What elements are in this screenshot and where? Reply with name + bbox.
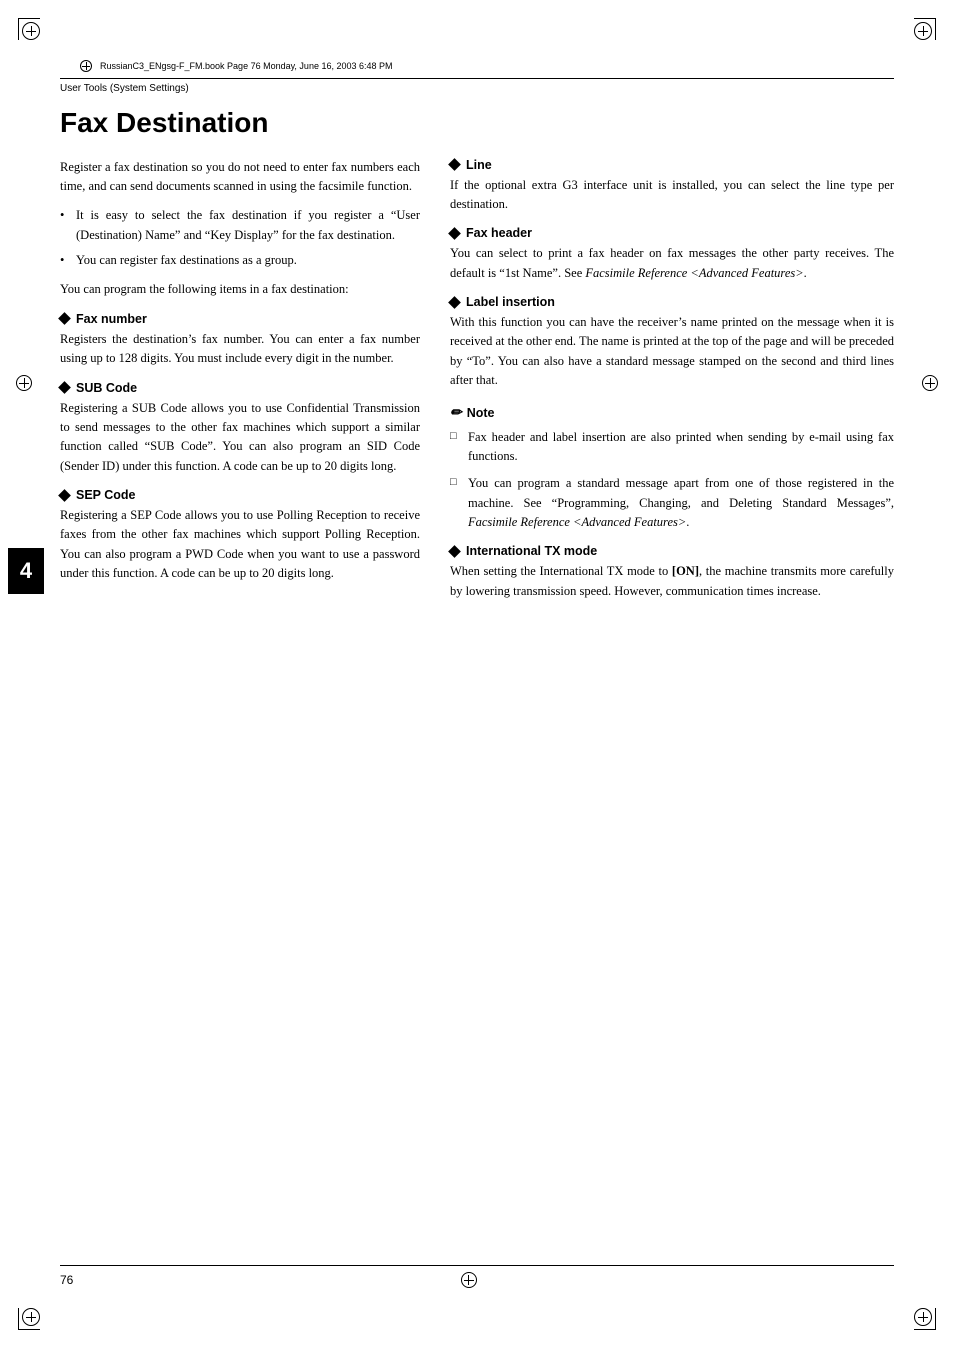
breadcrumb: User Tools (System Settings) <box>60 83 894 94</box>
section-fax-header-heading: Fax header <box>450 226 894 240</box>
label-insertion-label: Label insertion <box>466 295 555 309</box>
section-fax-number-heading: Fax number <box>60 312 420 326</box>
page: RussianC3_ENgsg-F_FM.book Page 76 Monday… <box>0 0 954 1348</box>
section-sub-code-heading: SUB Code <box>60 381 420 395</box>
left-column: Register a fax destination so you do not… <box>60 158 420 592</box>
sep-code-body: Registering a SEP Code allows you to use… <box>60 506 420 584</box>
section-label-insertion-heading: Label insertion <box>450 295 894 309</box>
sub-code-label: SUB Code <box>76 381 137 395</box>
note-heading: ✏ Note <box>450 405 894 422</box>
intl-tx-label: International TX mode <box>466 544 597 558</box>
footer-content: 76 <box>60 1272 894 1288</box>
note-label: Note <box>467 406 495 420</box>
intro-paragraph1: Register a fax destination so you do not… <box>60 158 420 197</box>
diamond-icon-fax-header <box>448 227 461 240</box>
line-body: If the optional extra G3 interface unit … <box>450 176 894 215</box>
page-number: 76 <box>60 1273 73 1287</box>
note-item-1: Fax header and label insertion are also … <box>450 428 894 467</box>
bullet-item-1: It is easy to select the fax destination… <box>60 206 420 245</box>
diamond-icon-label-insertion <box>448 296 461 309</box>
intro-paragraph2: You can program the following items in a… <box>60 280 420 299</box>
right-column: Line If the optional extra G3 interface … <box>450 158 894 610</box>
fax-header-label: Fax header <box>466 226 532 240</box>
note-item-2: You can program a standard message apart… <box>450 474 894 532</box>
chapter-marker: 4 <box>8 548 44 594</box>
section-sep-code-heading: SEP Code <box>60 488 420 502</box>
circle-mark-br <box>914 1308 932 1326</box>
file-info: RussianC3_ENgsg-F_FM.book Page 76 Monday… <box>60 60 894 72</box>
page-title: Fax Destination <box>60 106 894 140</box>
diamond-icon-intl-tx <box>448 545 461 558</box>
page-footer: 76 <box>60 1265 894 1288</box>
circle-mark-bl <box>22 1308 40 1326</box>
circle-mark-tl <box>22 22 40 40</box>
right-crosshair <box>922 375 938 391</box>
file-info-text: RussianC3_ENgsg-F_FM.book Page 76 Monday… <box>100 61 393 71</box>
section-intl-tx-heading: International TX mode <box>450 544 894 558</box>
label-insertion-body: With this function you can have the rece… <box>450 313 894 391</box>
note-pencil-icon: ✏ <box>450 405 462 422</box>
diamond-icon-line <box>448 158 461 171</box>
left-crosshair <box>16 375 32 391</box>
diamond-icon-sep-code <box>58 489 71 502</box>
section-line-heading: Line <box>450 158 894 172</box>
header-rule <box>60 78 894 79</box>
bullet-item-2: You can register fax destinations as a g… <box>60 251 420 270</box>
footer-rule <box>60 1265 894 1266</box>
line-label: Line <box>466 158 492 172</box>
note-section: ✏ Note Fax header and label insertion ar… <box>450 405 894 533</box>
file-info-crosshair <box>80 60 92 72</box>
fax-header-body: You can select to print a fax header on … <box>450 244 894 283</box>
sep-code-label: SEP Code <box>76 488 136 502</box>
page-content: RussianC3_ENgsg-F_FM.book Page 76 Monday… <box>60 60 894 1288</box>
content-body: 4 Register a fax destination so you do n… <box>60 158 894 610</box>
intl-tx-body: When setting the International TX mode t… <box>450 562 894 601</box>
circle-mark-tr <box>914 22 932 40</box>
sub-code-body: Registering a SUB Code allows you to use… <box>60 399 420 477</box>
fax-number-body: Registers the destination’s fax number. … <box>60 330 420 369</box>
intro-bullets: It is easy to select the fax destination… <box>60 206 420 270</box>
footer-crosshair <box>461 1272 477 1288</box>
fax-number-label: Fax number <box>76 312 147 326</box>
two-column-layout: Register a fax destination so you do not… <box>60 158 894 610</box>
diamond-icon-sub-code <box>58 381 71 394</box>
diamond-icon-fax-number <box>58 312 71 325</box>
